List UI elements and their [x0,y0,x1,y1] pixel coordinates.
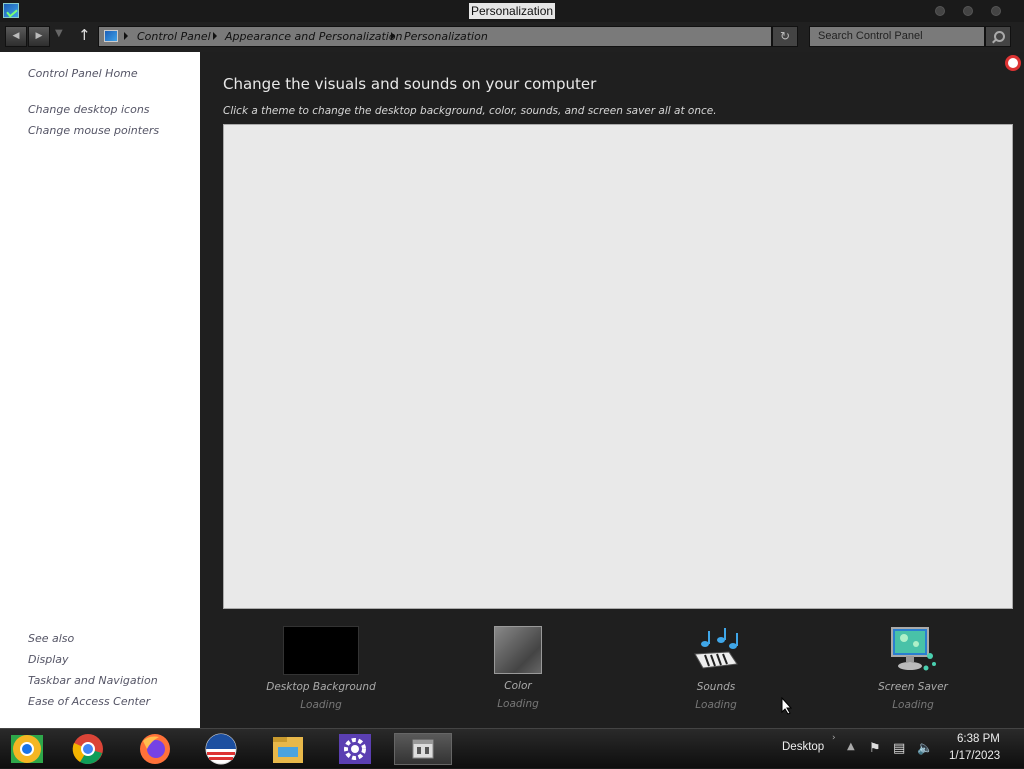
desktop-toolbar-arrow-icon[interactable]: › [832,733,836,743]
taskbar: Desktop › ▲ ⚑ ▤ 🔈 6:38 PM 1/17/2023 [0,728,1024,768]
desktop-toolbar-label[interactable]: Desktop [782,741,824,753]
color-status: Loading [497,698,539,710]
breadcrumb-separator-icon[interactable] [213,32,217,40]
screen-saver-icon [891,627,936,671]
file-explorer-icon[interactable] [268,733,308,765]
refresh-button[interactable]: ↻ [772,26,798,47]
forward-button[interactable]: ▶ [28,26,50,47]
help-icon[interactable] [1005,55,1021,71]
sidebar-change-desktop-icons[interactable]: Change desktop icons [28,103,150,116]
screen-saver-label: Screen Saver [878,681,948,693]
color-thumb [494,626,542,674]
sounds-option[interactable]: Sounds Loading [636,626,796,711]
back-button[interactable]: ◀ [5,26,27,47]
page-description: Click a theme to change the desktop back… [223,105,717,117]
search-input[interactable]: Search Control Panel [809,26,985,47]
control-panel-app-icon[interactable] [3,3,19,18]
page-title: Change the visuals and sounds on your co… [223,75,597,93]
desktop-background-thumb [283,626,359,675]
settings-gear-icon[interactable] [335,733,375,765]
sidebar-change-mouse-pointers[interactable]: Change mouse pointers [28,124,159,137]
address-bar[interactable]: Control Panel Appearance and Personaliza… [98,26,772,47]
chrome-canary-icon[interactable] [7,733,47,765]
maximize-button[interactable] [963,6,973,16]
personalization-window: Personalization ◀ ▶ ▼ ↑ Control Panel Ap… [0,0,1024,728]
sounds-status: Loading [695,699,737,711]
sounds-label: Sounds [696,681,736,693]
show-hidden-icons-chevron-icon[interactable]: ▲ [847,741,855,752]
screen-saver-status: Loading [892,699,934,711]
recent-pages-icon[interactable]: ▼ [55,28,63,39]
navigation-bar: ◀ ▶ ▼ ↑ Control Panel Appearance and Per… [0,22,1024,52]
breadcrumb-personalization[interactable]: Personalization [404,30,488,43]
chrome-icon[interactable] [68,733,108,765]
control-panel-icon [104,30,118,42]
clock-time[interactable]: 6:38 PM [957,733,1000,745]
window-title: Personalization [469,3,556,19]
breadcrumb-separator-icon[interactable] [124,32,128,40]
title-bar: Personalization [0,0,1024,22]
volume-icon[interactable]: 🔈 [917,741,933,756]
minimize-button[interactable] [935,6,945,16]
desktop-background-status: Loading [300,699,342,711]
breadcrumb-control-panel[interactable]: Control Panel [137,30,211,43]
sidebar-taskbar-navigation[interactable]: Taskbar and Navigation [28,674,158,687]
breadcrumb-separator-icon[interactable] [391,32,395,40]
flag-icon[interactable]: ⚑ [869,741,881,756]
main-content: Change the visuals and sounds on your co… [200,52,1024,728]
up-arrow-icon[interactable]: ↑ [78,26,91,44]
see-also-heading: See also [28,632,75,645]
desktop-background-label: Desktop Background [266,681,376,693]
breadcrumb-appearance[interactable]: Appearance and Personalization [225,30,403,43]
sounds-icon [694,628,738,669]
search-icon[interactable] [985,26,1011,47]
themes-list[interactable] [223,124,1013,609]
desktop-background-option[interactable]: Desktop Background Loading [241,626,401,711]
sidebar: Control Panel Home Change desktop icons … [0,52,200,728]
network-icon[interactable]: ▤ [893,741,905,756]
close-button[interactable] [991,6,1001,16]
color-option[interactable]: Color Loading [438,626,598,710]
obama-logo-icon[interactable] [201,733,241,765]
sidebar-display[interactable]: Display [28,653,69,666]
sidebar-control-panel-home[interactable]: Control Panel Home [28,67,138,80]
screen-saver-option[interactable]: Screen Saver Loading [833,626,993,711]
control-panel-taskbar-button[interactable] [394,733,452,765]
clock-date[interactable]: 1/17/2023 [949,750,1000,762]
sidebar-ease-of-access[interactable]: Ease of Access Center [28,695,150,708]
mouse-cursor-icon [781,697,793,715]
firefox-icon[interactable] [135,733,175,765]
color-label: Color [504,680,532,692]
